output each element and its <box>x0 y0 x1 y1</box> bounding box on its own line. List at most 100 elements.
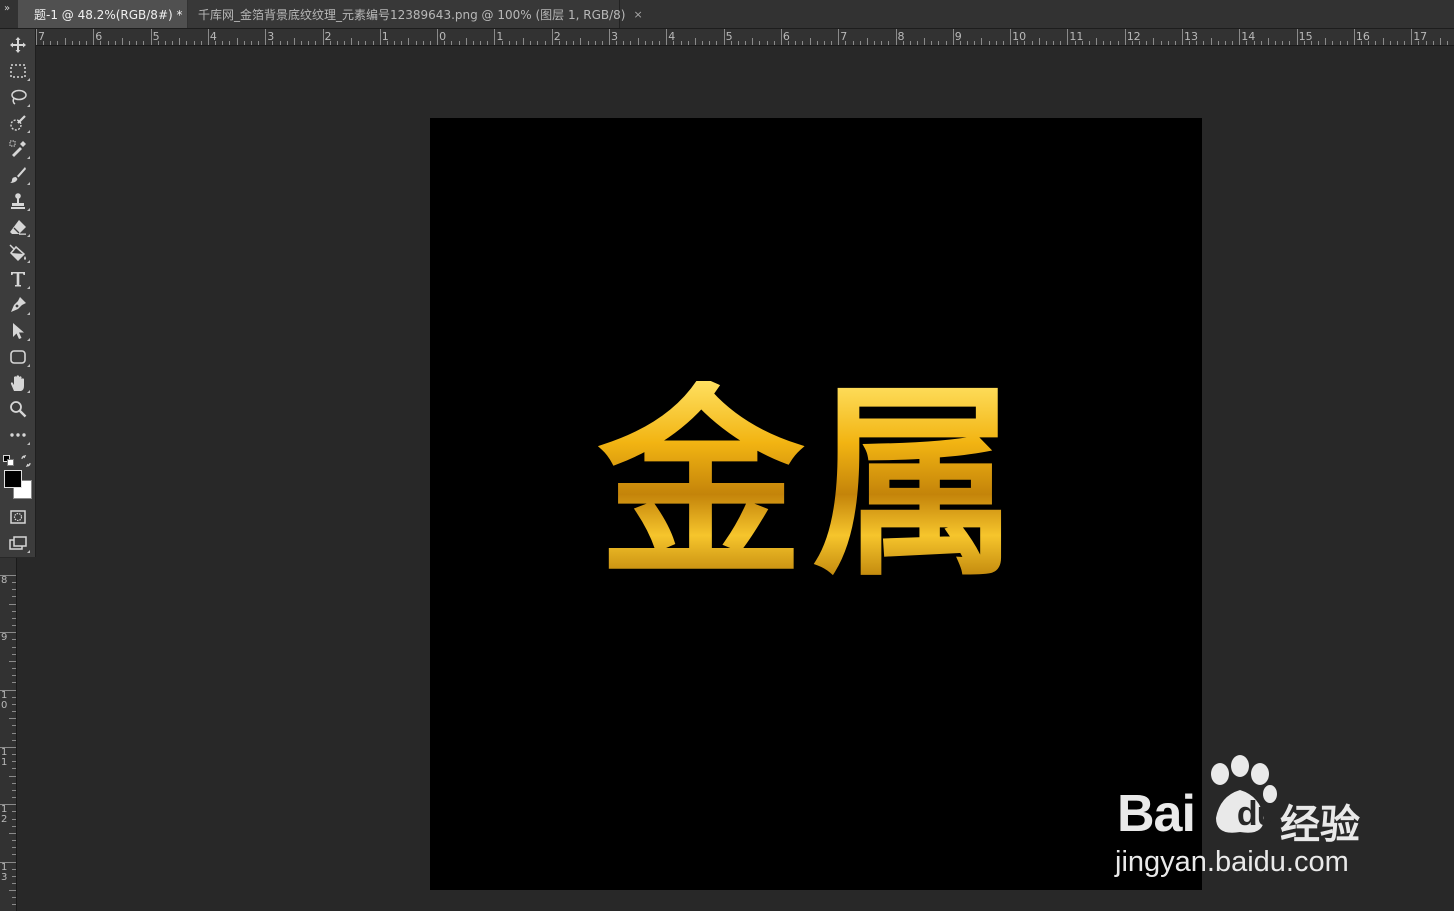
ruler-minor-tick <box>1389 41 1391 45</box>
ruler-minor-tick <box>12 639 16 641</box>
ruler-minor-tick <box>730 41 732 45</box>
panel-collapse-icon[interactable]: » <box>4 3 10 14</box>
ruler-minor-tick <box>795 41 797 45</box>
ruler-minor-tick <box>12 761 16 763</box>
ruler-minor-tick <box>1153 38 1155 45</box>
ruler-minor-tick <box>988 41 990 45</box>
ruler-minor-tick <box>243 41 245 45</box>
ruler-minor-tick <box>12 847 16 849</box>
type-tool-icon[interactable] <box>5 267 31 291</box>
move-tool-icon[interactable] <box>5 33 31 57</box>
ruler-minor-tick <box>766 41 768 45</box>
ruler-minor-tick <box>1045 41 1047 45</box>
ruler-minor-tick <box>752 38 754 45</box>
tab-gold-foil-png[interactable]: 千库网_金箔背景底纹纹理_元素编号12389643.png @ 100% (图层… <box>188 0 643 28</box>
ruler-minor-tick <box>1096 38 1098 45</box>
ruler-minor-tick <box>1160 41 1162 45</box>
ruler-major-tick <box>379 29 381 45</box>
ruler-minor-tick <box>709 41 711 45</box>
ruler-minor-tick <box>136 41 138 45</box>
ruler-minor-tick <box>924 38 926 45</box>
ruler-minor-tick <box>523 38 525 45</box>
lasso-tool-icon[interactable] <box>5 85 31 109</box>
ruler-minor-tick <box>293 38 295 45</box>
zoom-tool-icon[interactable] <box>5 397 31 421</box>
path-selection-tool-icon[interactable] <box>5 319 31 343</box>
ruler-label: 11 <box>1 746 8 768</box>
ruler-minor-tick <box>258 41 260 45</box>
screen-mode-icon[interactable] <box>5 531 31 555</box>
eyedropper-tool-icon[interactable] <box>5 137 31 161</box>
ruler-minor-tick <box>50 41 52 45</box>
document-canvas[interactable]: 金属 <box>430 118 1202 890</box>
paint-bucket-tool-icon[interactable] <box>5 241 31 265</box>
close-tab-icon[interactable]: × <box>633 8 642 21</box>
ruler-minor-tick <box>544 41 546 45</box>
ruler-minor-tick <box>1031 41 1033 45</box>
ruler-minor-tick <box>351 38 353 45</box>
clone-stamp-tool-icon[interactable] <box>5 189 31 213</box>
ruler-minor-tick <box>9 603 16 605</box>
ruler-minor-tick <box>1146 41 1148 45</box>
ruler-major-tick <box>437 29 439 45</box>
ruler-minor-tick <box>12 675 16 677</box>
ruler-minor-tick <box>1081 41 1083 45</box>
ruler-major-tick <box>1124 29 1126 45</box>
ruler-minor-tick <box>1002 41 1004 45</box>
ruler-minor-tick <box>472 41 474 45</box>
ruler-minor-tick <box>129 41 131 45</box>
more-tools-icon[interactable] <box>5 423 31 447</box>
ruler-minor-tick <box>100 41 102 45</box>
ruler-minor-tick <box>680 41 682 45</box>
ruler-minor-tick <box>12 840 16 841</box>
swap-colors-icon[interactable] <box>20 452 32 468</box>
ruler-minor-tick <box>1017 41 1019 45</box>
ruler-minor-tick <box>831 41 833 45</box>
foreground-color-swatch[interactable] <box>4 470 22 488</box>
ruler-minor-tick <box>236 38 238 45</box>
tools-panel <box>0 29 36 557</box>
ruler-minor-tick <box>193 41 195 45</box>
ruler-minor-tick <box>336 41 338 45</box>
quick-selection-tool-icon[interactable] <box>5 111 31 135</box>
ruler-minor-tick <box>881 41 883 45</box>
ruler-minor-tick <box>301 41 302 45</box>
ruler-major-tick <box>609 29 610 45</box>
ruler-minor-tick <box>315 41 317 45</box>
ruler-minor-tick <box>12 696 16 698</box>
default-colors-icon[interactable] <box>3 452 15 466</box>
ruler-minor-tick <box>444 41 446 45</box>
ruler-major-tick <box>322 29 324 45</box>
ruler-minor-tick <box>823 41 825 45</box>
pen-tool-icon[interactable] <box>5 293 31 317</box>
ruler-minor-tick <box>967 41 969 45</box>
vertical-ruler[interactable]: 8 9 10 11 12 13 <box>0 558 17 911</box>
ruler-minor-tick <box>365 41 367 45</box>
tab-label: 题-1 @ 48.2%(RGB/8#) * <box>34 7 183 22</box>
ruler-minor-tick <box>809 38 811 45</box>
ruler-minor-tick <box>745 41 747 45</box>
rectangular-marquee-tool-icon[interactable] <box>5 59 31 83</box>
brush-tool-icon[interactable] <box>5 163 31 187</box>
ruler-minor-tick <box>1203 41 1205 45</box>
ruler-minor-tick <box>1260 41 1262 45</box>
quick-mask-icon[interactable] <box>5 505 31 529</box>
hand-tool-icon[interactable] <box>5 371 31 395</box>
ruler-major-tick <box>93 29 95 45</box>
ruler-minor-tick <box>737 41 739 45</box>
ruler-minor-tick <box>788 41 790 45</box>
ruler-minor-tick <box>372 41 374 45</box>
ruler-minor-tick <box>673 41 675 45</box>
ruler-minor-tick <box>12 875 16 877</box>
rectangle-tool-icon[interactable] <box>5 345 31 369</box>
ruler-major-tick <box>723 29 725 45</box>
ruler-major-tick <box>150 29 152 45</box>
ruler-minor-tick <box>1282 41 1284 45</box>
tab-untitled-1[interactable]: 题-1 @ 48.2%(RGB/8#) * × <box>18 0 200 28</box>
ruler-minor-tick <box>308 41 310 45</box>
horizontal-ruler[interactable]: 7 6 5 4 3 2 1 0 1 2 3 4 5 6 7 8 9 10 11 12 13 14 15 16 17 <box>36 29 1454 46</box>
ruler-minor-tick <box>1289 41 1291 45</box>
ruler-minor-tick <box>1174 41 1176 45</box>
eraser-tool-icon[interactable] <box>5 215 31 239</box>
ruler-minor-tick <box>12 768 16 770</box>
